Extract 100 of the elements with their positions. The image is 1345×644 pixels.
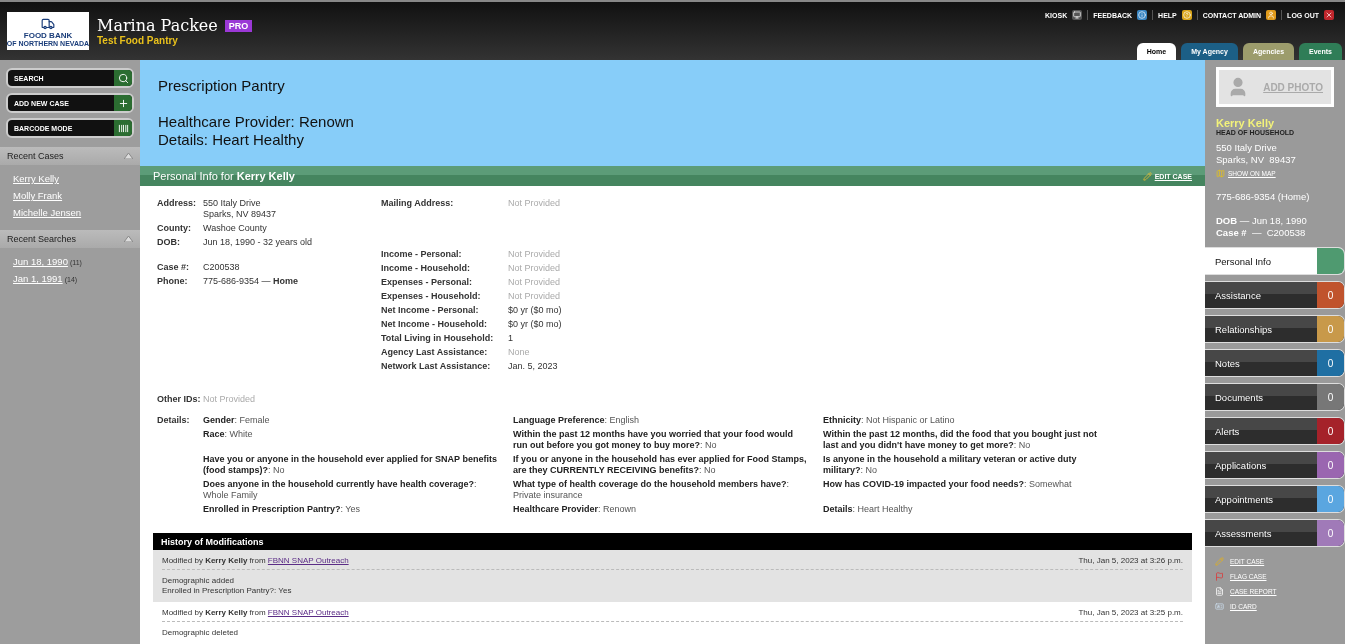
field-label: County: [157, 223, 192, 234]
field-value: $0 yr ($0 mo) [508, 319, 563, 330]
count-badge: 0 [1317, 316, 1344, 342]
field-label: Network Last Assistance: [381, 361, 492, 372]
case-nav-item[interactable]: Assistance 0 [1205, 281, 1345, 309]
plus-icon [114, 95, 132, 111]
field-value: None [508, 347, 531, 358]
client-phone: 775-686-9354 (Home) [1216, 191, 1311, 202]
agency-name: Test Food Pantry [97, 35, 179, 46]
field-label: Case #: [157, 262, 191, 273]
user-icon [1266, 10, 1277, 20]
address-line: Sparks, NV 89437 [1216, 154, 1297, 166]
field-value: Not Provided [508, 249, 562, 260]
truck-icon [41, 17, 55, 31]
field-value: Jan. 5, 2023 [508, 361, 559, 372]
case-nav-item[interactable]: Alerts 0 [1205, 417, 1345, 445]
field-label: Mailing Address: [381, 198, 455, 209]
document-icon [1215, 587, 1224, 596]
info-icon [1137, 10, 1148, 20]
field-value: Not Provided [203, 394, 257, 405]
field-value: 550 Italy Drive Sparks, NV 89437 [203, 198, 278, 220]
field-value: 1 [508, 333, 514, 344]
id-card-icon [1215, 602, 1224, 611]
field-label: DOB: [157, 237, 181, 248]
history-header: History of Modifications [153, 533, 1192, 550]
monitor-icon [1072, 10, 1083, 20]
detail-answer: How has COVID-19 impacted your food needs?: Somewhat [823, 479, 1073, 490]
field-value: Not Provided [508, 291, 562, 302]
count-badge: 0 [1317, 350, 1344, 376]
banner-title: Prescription Pantry [158, 77, 286, 94]
help-icon [1181, 10, 1192, 20]
change-line: Demographic added [162, 576, 236, 586]
count-badge: 0 [1317, 486, 1344, 512]
field-value: 775-686-9354 — Home [203, 276, 300, 287]
case-nav-item[interactable]: Documents 0 [1205, 383, 1345, 411]
detail-answer: Within the past 12 months, did the food that you bought just not last and you didn't have money to get more?: No [823, 429, 1098, 451]
field-label: Net Income - Personal: [381, 305, 480, 316]
field-value: C200538 [203, 262, 241, 273]
section-header[interactable]: Recent Cases [0, 147, 140, 165]
modified-by-text: Modified by Kerry Kelly from FBNN SNAP Outreach [162, 556, 349, 565]
agency-link[interactable]: FBNN SNAP Outreach [267, 556, 349, 565]
case-nav-item[interactable]: Notes 0 [1205, 349, 1345, 377]
modified-date: Thu, Jan 5, 2023 at 3:26 p.m. [1078, 556, 1183, 565]
count-badge: 0 [1317, 384, 1344, 410]
logo-title: FOOD BANK [23, 31, 73, 40]
detail-answer: Does anyone in the household currently have health coverage?: Whole Family [203, 479, 478, 501]
client-fact: Case # — C200538 [1216, 227, 1307, 239]
map-icon [1216, 169, 1225, 178]
detail-answer: Language Preference: English [513, 415, 641, 426]
field-value: Not Provided [508, 263, 562, 274]
client-name: Kerry Kelly [1216, 117, 1275, 129]
modified-by-text: Modified by Kerry Kelly from FBNN SNAP Outreach [162, 608, 349, 617]
field-label: Income - Personal: [381, 249, 463, 260]
search-icon [114, 70, 132, 86]
detail-answer: Healthcare Provider: Renown [513, 504, 638, 515]
field-value: Not Provided [508, 198, 562, 209]
detail-answer: If you or anyone in the household has ever applied for Food Stamps, are they CURRENTLY RECEIVING benefits?: No [513, 454, 808, 476]
field-value: Jun 18, 1990 - 32 years old [203, 237, 314, 248]
detail-answer: Details: Heart Healthy [823, 504, 914, 515]
barcode-icon [114, 120, 132, 136]
count-badge: 0 [1317, 452, 1344, 478]
field-label: Details: [157, 415, 191, 425]
change-line: Enrolled in Prescription Pantry?: Yes [162, 586, 293, 596]
plan-badge: PRO [224, 19, 253, 32]
case-nav-item[interactable]: Appointments 0 [1205, 485, 1345, 513]
detail-answer: Have you or anyone in the household ever applied for SNAP benefits (food stamps)?: No [203, 454, 498, 476]
field-value: Not Provided [508, 277, 562, 288]
case-nav-item[interactable]: Assessments 0 [1205, 519, 1345, 547]
field-value: $0 yr ($0 mo) [508, 305, 563, 316]
agency-link[interactable]: FBNN SNAP Outreach [267, 608, 349, 617]
count-badge: 0 [1317, 520, 1344, 546]
field-label: Address: [157, 198, 197, 210]
field-label: Expenses - Personal: [381, 277, 474, 288]
detail-answer: Ethnicity: Not Hispanic or Latino [823, 415, 956, 426]
section-header[interactable]: Recent Searches [0, 230, 140, 248]
close-icon [1324, 10, 1334, 20]
case-nav-item[interactable]: Applications 0 [1205, 451, 1345, 479]
case-nav-item[interactable]: Relationships 0 [1205, 315, 1345, 343]
field-label: Agency Last Assistance: [381, 347, 489, 358]
section-title: Personal Info for Kerry Kelly [153, 170, 295, 182]
field-label: Income - Household: [381, 263, 471, 274]
flag-icon [1215, 572, 1224, 581]
field-value: Washoe County [203, 223, 268, 234]
field-label: Total Living in Household: [381, 333, 495, 344]
client-fact: DOB — Jun 18, 1990 [1216, 215, 1308, 227]
count-badge: 0 [1317, 418, 1344, 444]
pencil-icon [1142, 171, 1152, 181]
section-title: Recent Cases [7, 151, 64, 161]
detail-answer: Within the past 12 months have you worried that your food would run out before you got money to buy more?: No [513, 429, 794, 451]
section-title: Recent Searches [7, 234, 77, 244]
detail-answer: Enrolled in Prescription Pantry?: Yes [203, 504, 362, 515]
field-label: Net Income - Household: [381, 319, 488, 330]
field-label: Other IDs: [157, 394, 202, 405]
banner-line: Details: Heart Healthy [158, 131, 305, 149]
change-line: Demographic deleted [162, 628, 240, 638]
banner-line: Healthcare Provider: Renown [158, 113, 355, 131]
detail-answer: Race: White [203, 429, 254, 440]
detail-answer: Is anyone in the household a military veteran or active duty military?: No [823, 454, 1078, 476]
detail-answer: What type of health coverage do the household members have?: Private insurance [513, 479, 791, 501]
case-nav-item[interactable]: Personal Info [1205, 247, 1345, 275]
